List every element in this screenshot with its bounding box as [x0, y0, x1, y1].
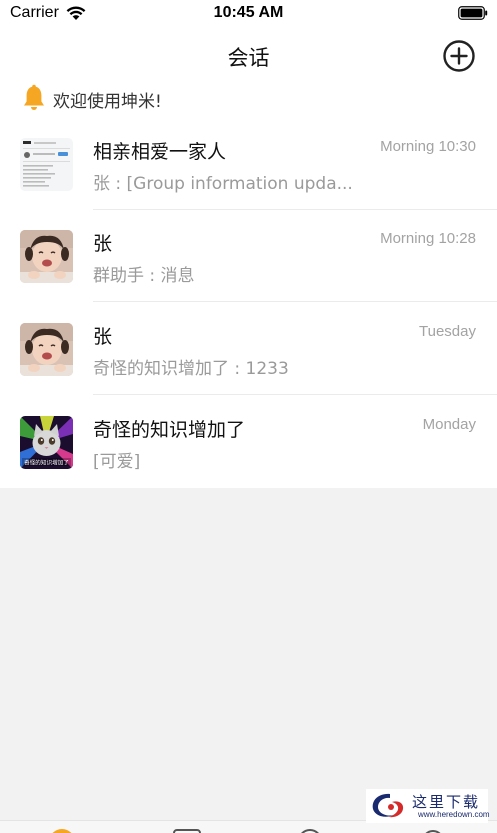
- conversation-time: Morning 10:30: [380, 138, 476, 155]
- tab-contacts-icon[interactable]: [172, 827, 202, 833]
- conversation-item[interactable]: 奇怪的知识增加了 奇怪的知识增加了 [可爱] Monday: [0, 396, 497, 488]
- conversation-time: Morning 10:28: [380, 230, 476, 247]
- conversation-preview: 群助手 : 消息: [93, 266, 195, 286]
- app-root: Carrier 10:45 AM 会话 欢迎使用坤米! 相亲相爱一家人 张: …: [0, 0, 497, 833]
- row-divider: [93, 394, 497, 395]
- conversation-preview: 奇怪的知识增加了 : 1233: [93, 359, 289, 379]
- add-conversation-button[interactable]: [442, 39, 476, 73]
- child-photo-avatar: [20, 323, 73, 376]
- page-title: 会话: [227, 46, 270, 70]
- tab-discover-icon[interactable]: [295, 827, 325, 833]
- watermark-text: 这里下载: [412, 793, 481, 811]
- conversation-name: 奇怪的知识增加了: [93, 419, 246, 441]
- conversation-name: 相亲相爱一家人: [93, 141, 227, 163]
- welcome-notice: 欢迎使用坤米!: [0, 80, 497, 118]
- group-avatar: [20, 138, 73, 191]
- row-divider: [93, 301, 497, 302]
- tab-chats-icon[interactable]: [47, 827, 77, 833]
- conversation-name: 张: [93, 233, 113, 255]
- child-photo-avatar: [20, 230, 73, 283]
- conversation-preview: 张 : [Group information upda...: [93, 174, 353, 194]
- conversation-time: Monday: [422, 416, 476, 433]
- conversation-item[interactable]: 张 奇怪的知识增加了 : 1233 Tuesday: [0, 303, 497, 395]
- nav-bar: 会话: [0, 30, 497, 80]
- conversation-preview: [可爱]: [93, 452, 141, 472]
- cat-meme-avatar: 奇怪的知识增加了: [20, 416, 73, 469]
- clock-time: 10:45 AM: [213, 4, 284, 21]
- conversation-list: 相亲相爱一家人 张 : [Group information upda... M…: [0, 118, 497, 488]
- conversation-name: 张: [93, 326, 113, 348]
- watermark-url: www.heredown.com: [418, 810, 490, 819]
- conversation-time: Tuesday: [419, 323, 476, 340]
- status-bar: Carrier 10:45 AM: [0, 0, 497, 30]
- notice-text: 欢迎使用坤米!: [53, 92, 162, 112]
- bell-icon: [24, 84, 44, 110]
- avatar-caption: 奇怪的知识增加了: [24, 459, 69, 467]
- watermark-logo-icon: [372, 793, 404, 818]
- battery-icon: [458, 6, 488, 20]
- tab-profile-icon[interactable]: [418, 827, 448, 833]
- conversation-item[interactable]: 相亲相爱一家人 张 : [Group information upda... M…: [0, 118, 497, 210]
- conversation-item[interactable]: 张 群助手 : 消息 Morning 10:28: [0, 210, 497, 302]
- watermark: 这里下载 www.heredown.com: [366, 789, 490, 823]
